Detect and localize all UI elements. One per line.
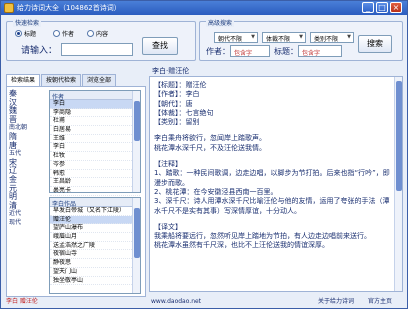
- dynasty-item[interactable]: 近代: [9, 210, 33, 219]
- category-select[interactable]: 类别不限 ▼: [310, 32, 354, 43]
- title-list-item[interactable]: 早发白帝城（又名下江陵）: [50, 207, 140, 216]
- chevron-down-icon: ▼: [347, 34, 351, 40]
- title-list-header: 李白作品: [50, 198, 140, 208]
- author-scrollbar[interactable]: [132, 91, 140, 192]
- title-label: 标题：: [274, 47, 298, 56]
- title-list-item[interactable]: 望天门山: [50, 268, 140, 277]
- search-prompt: 请输入：: [21, 46, 58, 56]
- author-list-item[interactable]: 王维: [50, 135, 140, 144]
- chevron-down-icon: ▼: [251, 34, 255, 40]
- radio-content-label: 内容: [96, 31, 109, 38]
- dynasty-item[interactable]: 现代: [9, 219, 33, 228]
- author-list-item[interactable]: 李商隐: [50, 109, 140, 118]
- advanced-search-legend: 高级搜索: [206, 18, 235, 27]
- genre-select-value: 体裁不限: [266, 36, 291, 43]
- title-scroll-thumb[interactable]: [134, 208, 140, 258]
- dynasty-select-value: 朝代不限: [218, 36, 243, 43]
- status-website[interactable]: www.daodao.net: [151, 296, 201, 308]
- minimize-button[interactable]: _: [362, 2, 374, 13]
- radio-title[interactable]: 标题: [15, 29, 36, 38]
- quick-search-legend: 快速检索: [13, 18, 42, 27]
- author-rows: 李白 李商隐 杜甫 白居易 王维 李白 杜牧 岑参 韩愈 王昌龄 裹亮卡: [50, 100, 140, 196]
- title-list-item[interactable]: 赠汪伦: [50, 215, 140, 225]
- left-panel: 秦汉魏晋南北朝隋唐五代宋辽金元明清近代 现代 作者 李白 李商隐 杜甫 白居易 王维 李白杜…: [6, 86, 146, 297]
- chevron-down-icon: ▼: [299, 34, 303, 40]
- poem-line: 李白乘舟将欲行，忽闻岸上踏歌声。: [154, 134, 266, 143]
- radio-author-label: 作者: [62, 31, 75, 38]
- poem-line: 3、深千尺：诗人用潭水深千尺比喻汪伦与他的友情，运用了夸张的手法（潭水千尺不是实…: [154, 197, 390, 215]
- author-list-item[interactable]: 杜甫: [50, 117, 140, 127]
- title-list-item[interactable]: 峨眉山月: [50, 233, 140, 242]
- window-title: 给力诗词大全（104862首诗词）: [17, 4, 121, 12]
- title-list-item[interactable]: 夜宿山寺: [50, 250, 140, 260]
- dynasty-select[interactable]: 朝代不限 ▼: [214, 32, 258, 43]
- author-list-item[interactable]: 裹亮卡: [50, 187, 140, 196]
- poem-line: 桃花潭水虽然有千尺深，也比不上汪伦送我的情谊深厚。: [154, 241, 329, 250]
- poem-line: 【注释】: [154, 160, 182, 169]
- poem-line: 【译文】: [154, 222, 182, 231]
- title-list-item[interactable]: 望庐山瀑布: [50, 224, 140, 234]
- about-link[interactable]: 关于给力诗词: [318, 296, 354, 308]
- poem-line: 桃花潭水深千尺，不及汪伦送我情。: [154, 143, 266, 152]
- author-list-header: 作者: [50, 91, 140, 101]
- author-label: 作者：: [206, 47, 230, 56]
- title-input[interactable]: 包含字: [298, 45, 342, 57]
- title-list-item[interactable]: 送孟浩然之广陵: [50, 242, 140, 251]
- author-scroll-thumb[interactable]: [134, 101, 140, 141]
- poem-line: 【类别】：留别: [154, 118, 200, 127]
- tab-by-dynasty[interactable]: 按朝代检索: [41, 74, 82, 86]
- radio-author[interactable]: 作者: [53, 29, 74, 38]
- author-list-item[interactable]: 杜牧: [50, 152, 140, 161]
- tab-search-results[interactable]: 检索结果: [6, 74, 41, 86]
- main-window: 给力诗词大全（104862首诗词） _ □ × 快速检索 标题 作者 内容 请输…: [0, 0, 408, 309]
- radio-content-dot[interactable]: [87, 30, 94, 37]
- title-rows: 早发白帝城（又名下江陵） 赠汪伦 望庐山瀑布 峨眉山月 送孟浩然之广陵 夜宿山寺 静夜思 望天…: [50, 207, 140, 286]
- dynasty-item[interactable]: 唐: [9, 141, 33, 151]
- title-list-item[interactable]: 独坐敬亭山: [50, 277, 140, 286]
- genre-select[interactable]: 体裁不限 ▼: [262, 32, 306, 43]
- author-list-item[interactable]: 岑参: [50, 161, 140, 170]
- author-input[interactable]: 包含字: [230, 45, 270, 57]
- poem-line: 【作者】：李白: [154, 90, 200, 99]
- author-list-item[interactable]: 韩愈: [50, 170, 140, 179]
- poem-scroll-thumb[interactable]: [396, 81, 402, 191]
- title-bar[interactable]: 给力诗词大全（104862首诗词） _ □ ×: [1, 1, 407, 15]
- author-list-item[interactable]: 王昌龄: [50, 178, 140, 187]
- author-list-item[interactable]: 李白: [50, 143, 140, 153]
- search-button[interactable]: 搜索: [358, 35, 392, 53]
- author-listbox[interactable]: 作者 李白 李商隐 杜甫 白居易 王维 李白 杜牧 岑参 韩愈 王昌龄 裹亮卡: [49, 90, 141, 196]
- category-select-value: 类别不限: [314, 36, 339, 43]
- poem-line: 【标题】：赠汪伦: [154, 81, 207, 89]
- maximize-button[interactable]: □: [376, 2, 388, 13]
- radio-content[interactable]: 内容: [87, 29, 108, 38]
- poem-scrollbar[interactable]: [394, 77, 402, 291]
- poem-view[interactable]: 【标题】：赠汪伦 【作者】：李白 【朝代】：唐 【体裁】：七言绝句 【类别】：留别李白乘…: [149, 76, 403, 292]
- title-listbox[interactable]: 李白作品 早发白帝城（又名下江陵） 赠汪伦 望庐山瀑布 峨眉山月 送孟浩然之广陵 夜宿山寺…: [49, 197, 141, 294]
- poem-line: 1、踏歌：一种民间歌调，边走边唱，以脚步为节打拍。后来也指“行吟”，即漫步而歌。: [154, 169, 390, 187]
- author-list-item[interactable]: 李白: [50, 100, 140, 109]
- title-list-item[interactable]: 静夜思: [50, 259, 140, 268]
- author-list-item[interactable]: 白居易: [50, 126, 140, 135]
- search-input[interactable]: [61, 43, 133, 56]
- poem-line: 【朝代】：唐: [154, 99, 193, 108]
- app-icon: [4, 3, 14, 13]
- dynasty-list: 秦汉魏晋南北朝隋唐五代宋辽金元明清近代 现代: [9, 89, 33, 228]
- find-button[interactable]: 查找: [142, 37, 178, 55]
- status-bar: 李白 赠汪伦 www.daodao.net 关于给力诗词 官方主页: [1, 296, 407, 308]
- radio-title-dot[interactable]: [15, 30, 22, 37]
- poem-line: 【体裁】：七言绝句: [154, 108, 214, 117]
- tab-strip: 检索结果 按朝代检索 浏览全部: [6, 74, 117, 86]
- radio-author-dot[interactable]: [53, 30, 60, 37]
- tab-browse-all[interactable]: 浏览全部: [82, 74, 117, 86]
- poem-text: 【标题】：赠汪伦 【作者】：李白 【朝代】：唐 【体裁】：七言绝句 【类别】：留别李白乘…: [154, 81, 392, 251]
- poem-header: 李白·赠汪伦: [152, 67, 190, 75]
- title-scrollbar[interactable]: [132, 198, 140, 293]
- status-current-poem: 李白 赠汪伦: [6, 298, 38, 305]
- radio-title-label: 标题: [24, 31, 37, 38]
- poem-line: 2、桃花潭：在今安徽泾县西南一百里。: [154, 187, 278, 196]
- homepage-link[interactable]: 官方主页: [368, 296, 392, 308]
- close-button[interactable]: ×: [390, 2, 402, 13]
